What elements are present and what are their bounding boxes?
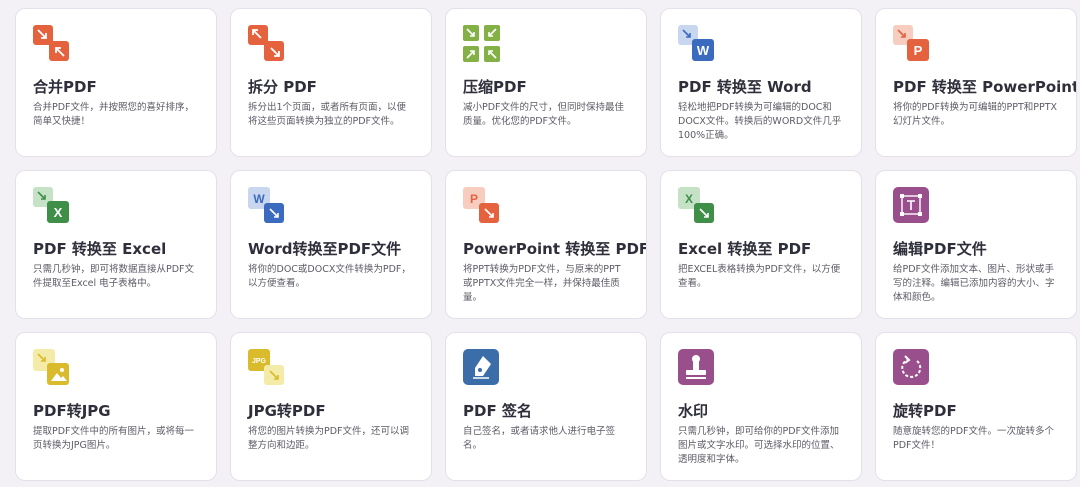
tool-title: 编辑PDF文件 — [893, 240, 987, 258]
svg-text:W: W — [697, 43, 710, 58]
tool-title: PowerPoint 转换至 PDF — [463, 240, 647, 258]
tool-description: 减小PDF文件的尺寸，但同时保持最佳质量。优化您的PDF文件。 — [463, 102, 625, 127]
tool-card-merge-pdf[interactable]: 合并PDF 合并PDF文件，并按照您的喜好排序，简单又快捷！ — [15, 8, 217, 157]
svg-text:X: X — [54, 205, 63, 220]
tool-card-powerpoint-to-pdf[interactable]: P PowerPoint 转换至 PDF 将PPT转换为PDF文件，与原来的PP… — [445, 170, 647, 319]
edit-pdf-icon — [893, 187, 931, 225]
tool-title: PDF 转换至 Excel — [33, 240, 167, 258]
tool-description: 拆分出1个页面，或者所有页面，以便将这些页面转换为独立的PDF文件。 — [248, 102, 407, 127]
tool-description: 将PPT转换为PDF文件，与原来的PPT或PPTX文件完全一样，并保持最佳质量。 — [463, 264, 621, 303]
tool-card-watermark[interactable]: 水印 只需几秒钟，即可给你的PDF文件添加图片或文字水印。可选择水印的位置、透明… — [660, 332, 862, 481]
excel-to-pdf-icon: X — [678, 187, 716, 225]
tool-title: 拆分 PDF — [248, 78, 317, 96]
tool-description: 随意旋转您的PDF文件。一次旋转多个PDF文件！ — [893, 426, 1055, 451]
tool-card-compress-pdf[interactable]: 压缩PDF 减小PDF文件的尺寸，但同时保持最佳质量。优化您的PDF文件。 — [445, 8, 647, 157]
tool-title: 水印 — [678, 402, 709, 420]
svg-text:JPG: JPG — [252, 358, 267, 365]
sign-pdf-icon — [463, 349, 501, 387]
tool-description: 提取PDF文件中的所有图片，或将每一页转换为JPG图片。 — [33, 426, 195, 451]
tool-card-edit-pdf[interactable]: 编辑PDF文件 给PDF文件添加文本、图片、形状或手写的注释。编辑已添加内容的大… — [875, 170, 1077, 319]
tool-description: 自己签名，或者请求他人进行电子签名。 — [463, 426, 616, 451]
compress-pdf-icon — [463, 25, 501, 63]
tool-card-word-to-pdf[interactable]: W Word转换至PDF文件 将你的DOC或DOCX文件转换为PDF，以方便查看… — [230, 170, 432, 319]
tool-description: 将您的图片转换为PDF文件，还可以调整方向和边距。 — [248, 426, 410, 451]
tool-card-rotate-pdf[interactable]: 旋转PDF 随意旋转您的PDF文件。一次旋转多个PDF文件！ — [875, 332, 1077, 481]
split-pdf-icon — [248, 25, 286, 63]
svg-text:X: X — [685, 192, 693, 206]
tool-description: 给PDF文件添加文本、图片、形状或手写的注释。编辑已添加内容的大小、字体和颜色。 — [893, 264, 1055, 303]
tool-card-jpg-to-pdf[interactable]: JPG JPG转PDF 将您的图片转换为PDF文件，还可以调整方向和边距。 — [230, 332, 432, 481]
watermark-icon — [678, 349, 716, 387]
tool-description: 只需几秒钟，即可将数据直接从PDF文件提取至Excel 电子表格中。 — [33, 264, 195, 289]
pdf-to-powerpoint-icon: P — [893, 25, 931, 63]
tool-description: 合并PDF文件，并按照您的喜好排序，简单又快捷！ — [33, 102, 195, 127]
pdf-to-excel-icon: X — [33, 187, 71, 225]
tool-description: 将你的PDF转换为可编辑的PPT和PPTX幻灯片文件。 — [893, 102, 1058, 127]
tools-grid: 合并PDF 合并PDF文件，并按照您的喜好排序，简单又快捷！ 拆分 PDF 拆分… — [15, 8, 1077, 481]
tool-description: 只需几秒钟，即可给你的PDF文件添加图片或文字水印。可选择水印的位置、透明度和字… — [678, 426, 840, 465]
tool-title: Word转换至PDF文件 — [248, 240, 402, 258]
rotate-pdf-icon — [893, 349, 931, 387]
tool-title: PDF 转换至 PowerPoint — [893, 78, 1077, 96]
tool-title: Excel 转换至 PDF — [678, 240, 812, 258]
tool-card-split-pdf[interactable]: 拆分 PDF 拆分出1个页面，或者所有页面，以便将这些页面转换为独立的PDF文件… — [230, 8, 432, 157]
tool-title: 合并PDF — [33, 78, 97, 96]
tool-description: 轻松地把PDF转换为可编辑的DOC和DOCX文件。转换后的WORD文件几乎100… — [678, 102, 842, 141]
tool-title: 旋转PDF — [893, 402, 957, 420]
tool-card-sign-pdf[interactable]: PDF 签名 自己签名，或者请求他人进行电子签名。 — [445, 332, 647, 481]
powerpoint-to-pdf-icon: P — [463, 187, 501, 225]
word-to-pdf-icon: W — [248, 187, 286, 225]
merge-pdf-icon — [33, 25, 71, 63]
pdf-to-word-icon: W — [678, 25, 716, 63]
tool-title: 压缩PDF — [463, 78, 527, 96]
svg-text:P: P — [914, 43, 923, 58]
tool-card-pdf-to-jpg[interactable]: PDF转JPG 提取PDF文件中的所有图片，或将每一页转换为JPG图片。 — [15, 332, 217, 481]
tool-title: PDF 转换至 Word — [678, 78, 812, 96]
tool-card-pdf-to-powerpoint[interactable]: P PDF 转换至 PowerPoint 将你的PDF转换为可编辑的PPT和PP… — [875, 8, 1077, 157]
tool-title: PDF转JPG — [33, 402, 111, 420]
tool-card-pdf-to-excel[interactable]: X PDF 转换至 Excel 只需几秒钟，即可将数据直接从PDF文件提取至Ex… — [15, 170, 217, 319]
jpg-to-pdf-icon: JPG — [248, 349, 286, 387]
tool-title: PDF 签名 — [463, 402, 532, 420]
tool-card-excel-to-pdf[interactable]: X Excel 转换至 PDF 把EXCEL表格转换为PDF文件，以方便查看。 — [660, 170, 862, 319]
svg-text:W: W — [253, 192, 265, 206]
pdf-to-jpg-icon — [33, 349, 71, 387]
tool-card-pdf-to-word[interactable]: W PDF 转换至 Word 轻松地把PDF转换为可编辑的DOC和DOCX文件。… — [660, 8, 862, 157]
tool-title: JPG转PDF — [248, 402, 326, 420]
tool-description: 把EXCEL表格转换为PDF文件，以方便查看。 — [678, 264, 841, 289]
svg-text:P: P — [470, 192, 478, 206]
tool-description: 将你的DOC或DOCX文件转换为PDF，以方便查看。 — [248, 264, 411, 289]
